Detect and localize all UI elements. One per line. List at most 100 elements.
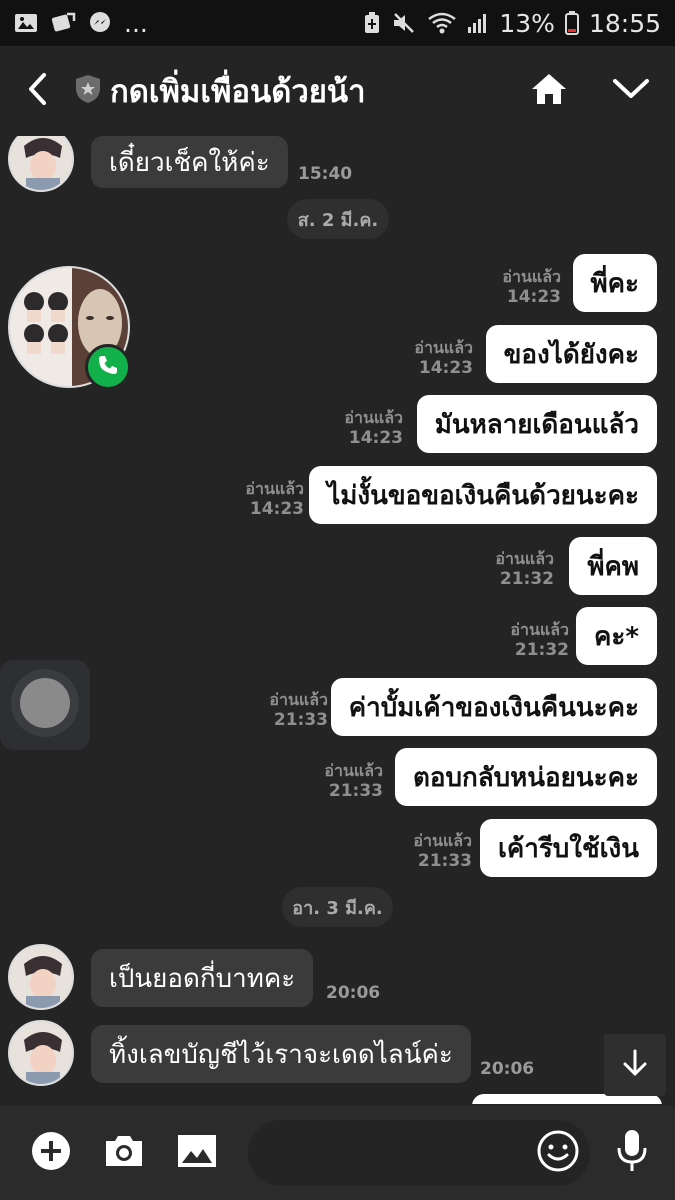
arrow-down-icon [620,1048,650,1082]
message-time: 15:40 [298,164,353,184]
read-receipt: อ่านแล้ว [495,549,554,568]
message-text: เป็นยอดกี่บาทคะ [109,963,296,994]
status-bar: ... 13% 18:55 [0,0,675,46]
read-receipt: อ่านแล้ว [269,690,328,709]
chat-menu-button[interactable] [604,66,658,116]
message-meta: อ่านแล้ว 14:23 [502,266,561,308]
voice-button[interactable] [607,1128,657,1178]
message-meta: อ่านแล้ว 21:33 [269,689,328,731]
home-button[interactable] [522,66,576,116]
message-meta: อ่านแล้ว 21:32 [510,619,569,661]
message-bubble[interactable]: ไม่งั้นขอขอเงินคืนด้วยนะคะ [309,466,657,524]
gallery-button[interactable] [172,1128,222,1178]
date-separator: ส. 2 มี.ค. [287,199,389,239]
floating-assistive-button[interactable] [0,660,90,750]
message-meta: อ่านแล้ว 21:33 [324,760,383,802]
message-bubble[interactable]: พี่คพ [569,537,657,595]
plus-icon [31,1131,71,1175]
clock: 18:55 [588,8,661,38]
battery-icon [564,11,579,35]
gallery-icon [14,12,38,34]
messenger-icon [88,11,112,35]
message-time: 14:23 [418,358,473,378]
message-meta: อ่านแล้ว 14:23 [245,478,304,520]
message-text: เดี๋ยวเช็คให้ค่ะ [109,147,270,178]
date-label: ส. 2 มี.ค. [297,209,379,231]
wifi-icon [427,11,457,35]
circle-icon [8,666,82,744]
message-bubble[interactable]: เป็นยอดกี่บาทคะ [91,949,314,1007]
message-time: 14:23 [506,287,561,307]
message-meta: อ่านแล้ว 21:32 [495,548,554,590]
message-bubble[interactable]: ตอบกลับหน่อยนะคะ [394,748,657,806]
message-text: ของได้ยังคะ [503,339,639,370]
status-more: ... [124,8,148,38]
message-bubble[interactable]: มันหลายเดือนแล้ว [416,395,657,453]
message-text: ทิ้งเลขบัญชีไว้เราจะเดดไลน์ค่ะ [109,1039,453,1070]
read-receipt: อ่านแล้ว [510,620,569,639]
add-button[interactable] [26,1128,76,1178]
image-icon [176,1133,218,1173]
phone-icon [97,354,119,380]
signal-icon [467,11,489,35]
battery-percent: 13% [499,8,555,38]
read-receipt: อ่านแล้ว [414,338,473,357]
message-bubble[interactable]: เดี๋ยวเช็คให้ค่ะ [91,136,288,188]
avatar[interactable] [8,136,74,192]
mute-icon [391,11,417,35]
avatar[interactable] [8,1020,74,1086]
message-bubble[interactable]: ค่าบั้มเค้าของเงินคืนนะคะ [330,678,657,736]
message-meta: อ่านแล้ว 14:23 [344,407,403,449]
message-text: เค้ารีบใช้เงิน [497,833,639,864]
chevron-down-icon [612,78,650,104]
message-bubble[interactable]: เค้ารีบใช้เงิน [479,819,657,877]
message-text: พี่คะ [590,268,640,299]
message-text: ค่าบั้มเค้าของเงินคืนนะคะ [348,692,639,723]
message-text: มันหลายเดือนแล้ว [434,409,639,440]
avatar[interactable] [8,944,74,1010]
mic-icon [615,1128,649,1178]
read-receipt: อ่านแล้ว [245,479,304,498]
chat-messages[interactable]: เดี๋ยวเช็คให้ค่ะ 15:40 ส. 2 มี.ค. อ่านแล… [0,136,675,1104]
back-button[interactable] [0,46,74,136]
message-time: 21:32 [514,640,569,660]
chat-title: กดเพิ่มเพื่อนด้วยน้า [110,74,366,110]
emoji-button[interactable] [533,1128,583,1178]
read-receipt: อ่านแล้ว [413,831,472,850]
read-receipt: อ่านแล้ว [324,761,383,780]
message-bubble[interactable]: ของได้ยังคะ [485,325,657,383]
battery-saver-icon [363,11,381,35]
date-label: อา. 3 มี.ค. [292,897,383,919]
message-text: พี่คพ [587,551,639,582]
back-icon [26,72,48,110]
message-meta: อ่านแล้ว 14:23 [414,337,473,379]
message-time: 21:33 [328,781,383,801]
message-bubble[interactable]: คะ* [576,607,657,665]
message-time: 14:23 [348,428,403,448]
message-time: 14:23 [249,499,304,519]
home-icon [530,72,568,110]
read-receipt: อ่านแล้ว [502,267,561,286]
message-bubble[interactable]: พี่คะ [572,254,657,312]
screenshot-icon [50,11,76,35]
message-time: 21:33 [417,851,472,871]
shield-icon [74,73,102,109]
camera-button[interactable] [99,1128,149,1178]
chat-header: กดเพิ่มเพื่อนด้วยน้า [0,46,675,136]
message-text: ไม่งั้นขอขอเงินคืนด้วยนะคะ [327,480,639,511]
message-meta: อ่านแล้ว 21:33 [413,830,472,872]
message-time: 21:33 [273,710,328,730]
message-time: 20:06 [480,1059,535,1079]
message-bubble[interactable]: ทิ้งเลขบัญชีไว้เราจะเดดไลน์ค่ะ [91,1025,471,1083]
call-badge[interactable] [85,344,131,390]
read-receipt: อ่านแล้ว [344,408,403,427]
message-time: 21:32 [499,569,554,589]
message-text: คะ* [594,621,639,652]
camera-icon [103,1133,145,1173]
message-time: 20:06 [326,983,381,1003]
message-text: ตอบกลับหน่อยนะคะ [412,762,639,793]
input-bar [0,1106,675,1200]
emoji-icon [536,1129,580,1177]
scroll-to-bottom-button[interactable] [604,1034,666,1096]
date-separator: อา. 3 มี.ค. [282,887,393,927]
